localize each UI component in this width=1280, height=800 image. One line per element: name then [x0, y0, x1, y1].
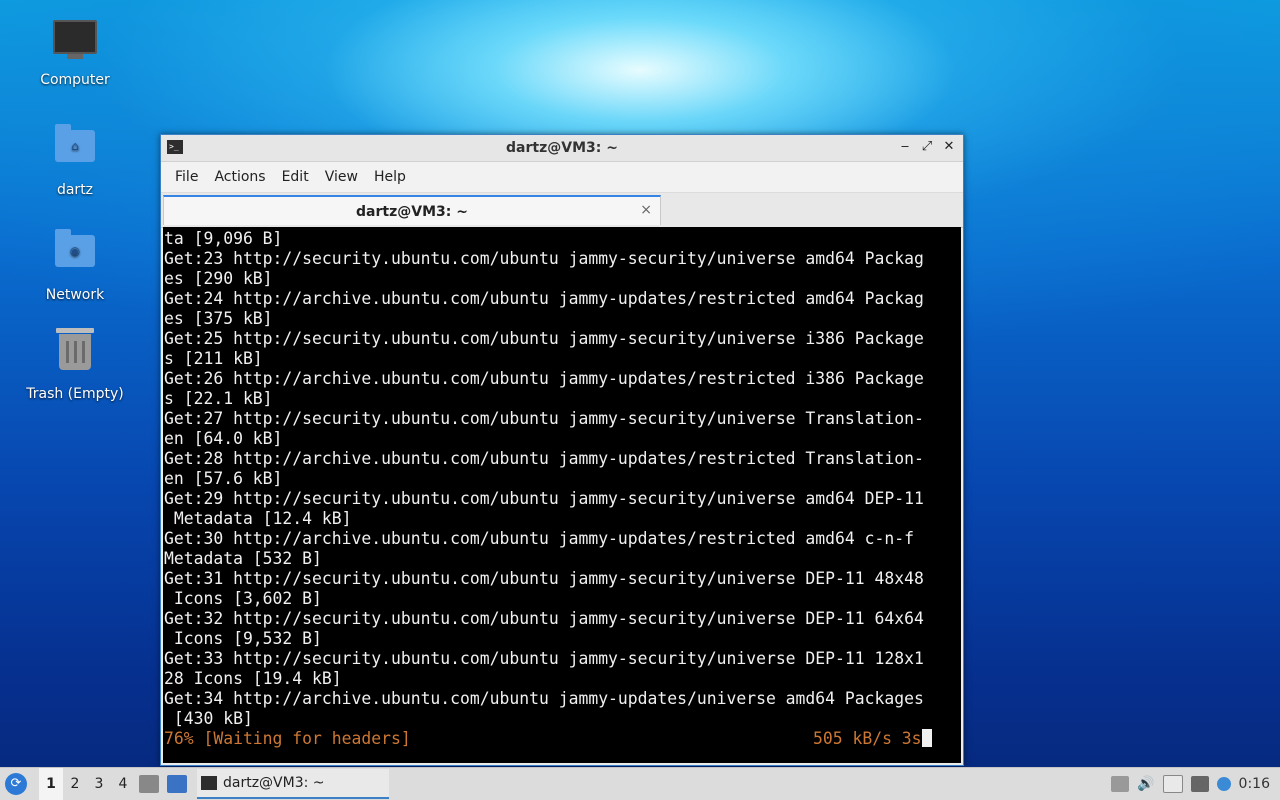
workspace-3[interactable]: 3	[87, 768, 111, 800]
desktop-icon-home-folder[interactable]: ⌂ dartz	[20, 122, 130, 198]
clipboard-icon[interactable]	[1162, 775, 1183, 793]
volume-icon[interactable]: 🔊	[1137, 776, 1154, 792]
text-cursor	[921, 729, 932, 747]
desktop-icon-network[interactable]: ◉ Network	[20, 227, 130, 303]
file-manager-icon[interactable]	[139, 775, 159, 793]
computer-icon	[52, 20, 98, 66]
menu-file[interactable]: File	[167, 162, 206, 192]
eject-icon[interactable]	[1111, 776, 1130, 792]
minimize-button[interactable]: ‒	[897, 139, 913, 155]
desktop-icon-label: Computer	[40, 72, 110, 88]
tab-terminal[interactable]: dartz@VM3: ~ ×	[163, 195, 661, 225]
workspace-2[interactable]: 2	[63, 768, 87, 800]
close-button[interactable]: ✕	[941, 139, 957, 155]
system-tray: 🔊 0:16	[1111, 775, 1280, 793]
trash-icon	[52, 328, 98, 380]
tab-bar: dartz@VM3: ~ ×	[161, 193, 963, 228]
desktop-icon-label: Network	[45, 287, 105, 303]
progress-status: 76% [Waiting for headers]	[164, 729, 411, 748]
window-titlebar[interactable]: >_ dartz@VM3: ~ ‒ ⤢ ✕	[161, 135, 963, 162]
menu-edit[interactable]: Edit	[274, 162, 317, 192]
clock[interactable]: 0:16	[1239, 776, 1270, 792]
show-desktop-icon[interactable]	[167, 775, 187, 793]
terminal-window: >_ dartz@VM3: ~ ‒ ⤢ ✕ File Actions Edit …	[160, 134, 964, 766]
tab-close-icon[interactable]: ×	[640, 202, 652, 218]
network-folder-icon: ◉	[52, 229, 98, 281]
taskbar: ⟳ 1 2 3 4 dartz@VM3: ~ 🔊 0:16	[0, 767, 1280, 800]
menu-actions[interactable]: Actions	[206, 162, 273, 192]
download-speed: 505 kB/s 3s	[813, 729, 922, 748]
network-icon[interactable]	[1190, 776, 1209, 792]
desktop-icon-computer[interactable]: Computer	[20, 18, 130, 88]
maximize-button[interactable]: ⤢	[919, 139, 935, 155]
update-notifier-icon[interactable]	[1216, 777, 1231, 791]
terminal-icon	[201, 776, 217, 790]
terminal-text: ta [9,096 B] Get:23 http://security.ubun…	[164, 229, 924, 728]
menu-help[interactable]: Help	[366, 162, 414, 192]
desktop-icon-trash[interactable]: Trash (Empty)	[20, 328, 130, 402]
tab-label: dartz@VM3: ~	[356, 204, 468, 220]
terminal-output[interactable]: ta [9,096 B] Get:23 http://security.ubun…	[163, 227, 961, 763]
window-title: dartz@VM3: ~	[506, 140, 618, 156]
start-menu-icon[interactable]: ⟳	[5, 773, 27, 795]
menubar: File Actions Edit View Help	[161, 162, 963, 193]
home-folder-icon: ⌂	[52, 124, 98, 176]
desktop-icon-label: dartz	[56, 182, 94, 198]
workspace-1[interactable]: 1	[39, 768, 63, 800]
menu-view[interactable]: View	[317, 162, 366, 192]
workspace-4[interactable]: 4	[111, 768, 135, 800]
taskbar-item-terminal[interactable]: dartz@VM3: ~	[197, 769, 389, 799]
desktop-icon-label: Trash (Empty)	[26, 386, 124, 402]
progress-line: 76% [Waiting for headers] 505 kB/s 3s	[163, 729, 961, 749]
taskbar-item-label: dartz@VM3: ~	[223, 775, 325, 791]
